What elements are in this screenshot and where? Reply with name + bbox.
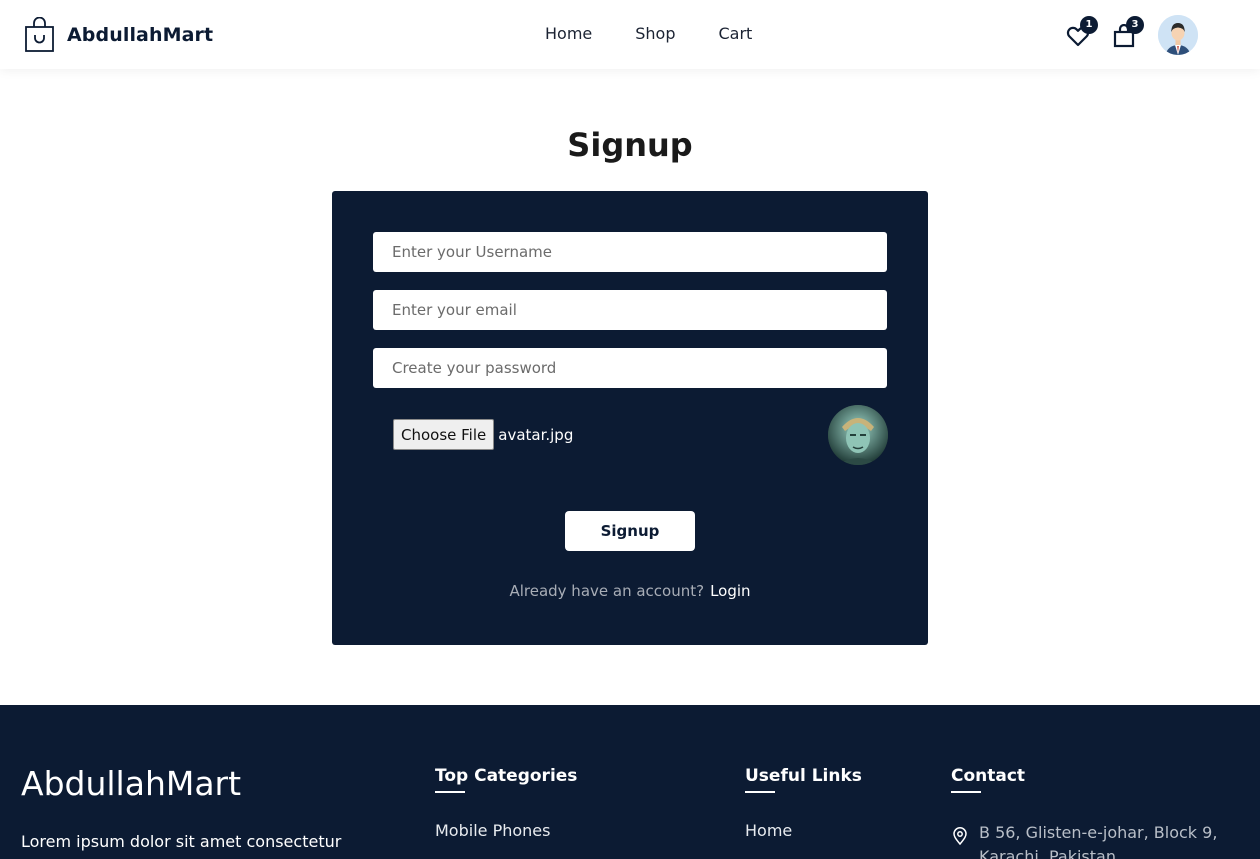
- login-prompt: Already have an account? Login: [332, 582, 928, 600]
- cart-button[interactable]: 3: [1112, 16, 1144, 48]
- selected-file-name: avatar.jpg: [498, 425, 574, 444]
- username-input[interactable]: [373, 232, 887, 272]
- categories-underline: [435, 791, 465, 793]
- avatar-preview: [828, 405, 888, 465]
- login-link[interactable]: Login: [710, 582, 750, 600]
- main-nav: Home Shop Cart: [545, 24, 752, 43]
- contact-underline: [951, 791, 981, 793]
- nav-home[interactable]: Home: [545, 24, 592, 43]
- useful-links-heading: Useful Links: [745, 766, 862, 786]
- brand[interactable]: AbdullahMart: [24, 17, 213, 53]
- site-footer: AbdullahMart Lorem ipsum dolor sit amet …: [0, 705, 1260, 859]
- location-pin-icon: [953, 827, 967, 845]
- choose-file-button[interactable]: Choose File: [393, 419, 495, 450]
- contact-heading: Contact: [951, 766, 1026, 786]
- categories-heading: Top Categories: [435, 766, 578, 786]
- nav-shop[interactable]: Shop: [635, 24, 675, 43]
- page-title: Signup: [567, 126, 693, 164]
- avatar-preview-image: [828, 405, 888, 465]
- file-picker: Choose File avatar.jpg: [393, 419, 573, 450]
- signup-submit-button[interactable]: Signup: [565, 511, 695, 551]
- site-header: AbdullahMart Home Shop Cart 1 3: [0, 0, 1260, 69]
- footer-link-home[interactable]: Home: [745, 821, 862, 840]
- wishlist-count-badge: 1: [1080, 16, 1098, 34]
- contact-address: B 56, Glisten-e-johar, Block 9, Karachi,…: [951, 821, 1219, 859]
- nav-cart[interactable]: Cart: [719, 24, 753, 43]
- footer-description: Lorem ipsum dolor sit amet consectetur: [21, 832, 342, 851]
- footer-categories: Top Categories Mobile Phones: [435, 766, 577, 840]
- user-avatar-image: [1158, 15, 1198, 55]
- shopping-bag-logo-icon: [25, 17, 54, 52]
- cart-count-badge: 3: [1126, 16, 1144, 34]
- footer-brand: AbdullahMart: [21, 764, 242, 803]
- brand-name: AbdullahMart: [67, 24, 214, 46]
- useful-links-underline: [745, 791, 775, 793]
- address-text: B 56, Glisten-e-johar, Block 9, Karachi,…: [979, 823, 1218, 859]
- footer-useful-links: Useful Links Home: [745, 766, 862, 840]
- footer-contact: Contact B 56, Glisten-e-johar, Block 9, …: [951, 766, 1219, 859]
- signup-card: Choose File avatar.jpg Signup Already ha…: [332, 191, 928, 645]
- email-input[interactable]: [373, 290, 887, 330]
- account-prompt-text: Already have an account?: [509, 582, 705, 600]
- wishlist-button[interactable]: 1: [1066, 16, 1098, 48]
- password-input[interactable]: [373, 348, 887, 388]
- user-avatar[interactable]: [1158, 15, 1198, 55]
- category-link[interactable]: Mobile Phones: [435, 821, 577, 840]
